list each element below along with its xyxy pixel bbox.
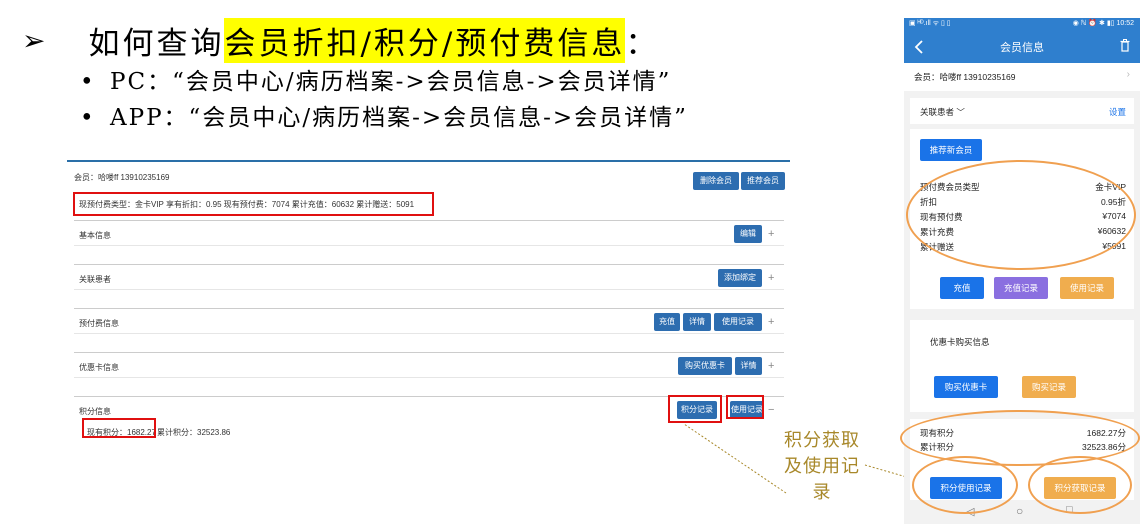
- phone-status-bar: ▣ ᴴᴰ.ıll ᯤ ▯ ▯ ◉ ℕ ⏰ ✱ ▮▯ 10:52: [904, 18, 1140, 30]
- phone-title: 会员信息: [1000, 42, 1044, 54]
- related-label-text: 关联患者: [920, 107, 955, 117]
- phone-buy-record-button[interactable]: 购买记录: [1022, 376, 1076, 398]
- phone-related-label[interactable]: 关联患者 ﹀: [920, 106, 965, 118]
- phone-recommend-button[interactable]: 推荐新会员: [920, 139, 982, 161]
- phone-use-record-button[interactable]: 使用记录: [1060, 277, 1114, 299]
- phone-settings-link[interactable]: 设置: [1109, 106, 1126, 118]
- chevron-right-icon: ›: [1126, 69, 1130, 80]
- orange-circle-points-use: [912, 456, 1018, 514]
- phone-coupon-card: 优惠卡购买信息 购买优惠卡 购买记录: [910, 320, 1134, 412]
- status-left-icons: ▣ ᴴᴰ.ıll ᯤ ▯ ▯: [909, 20, 951, 27]
- phone-member-row[interactable]: 会员：哈喽ff 13910235169 ›: [904, 63, 1140, 91]
- status-right-icons: ◉ ℕ ⏰ ✱ ▮▯ 10:52: [1072, 20, 1134, 27]
- system-home-icon[interactable]: ○: [1016, 504, 1023, 518]
- phone-coupon-title: 优惠卡购买信息: [930, 337, 990, 347]
- orange-circle-prepay: [906, 160, 1136, 270]
- trash-icon[interactable]: [1120, 39, 1130, 52]
- phone-buy-coupon-button[interactable]: 购买优惠卡: [934, 376, 998, 398]
- phone-recharge-record-button[interactable]: 充值记录: [994, 277, 1048, 299]
- orange-circle-points-get: [1028, 456, 1132, 514]
- chevron-down-icon: ﹀: [956, 107, 965, 117]
- orange-circle-points: [900, 410, 1140, 466]
- phone-related-patient-row: 关联患者 ﹀ 设置: [910, 98, 1134, 124]
- connector-to-pc: [683, 423, 787, 494]
- phone-nav-bar: 会员信息: [904, 30, 1140, 63]
- phone-member-line: 会员：哈喽ff 13910235169: [914, 72, 1016, 82]
- phone-recharge-button[interactable]: 充值: [940, 277, 984, 299]
